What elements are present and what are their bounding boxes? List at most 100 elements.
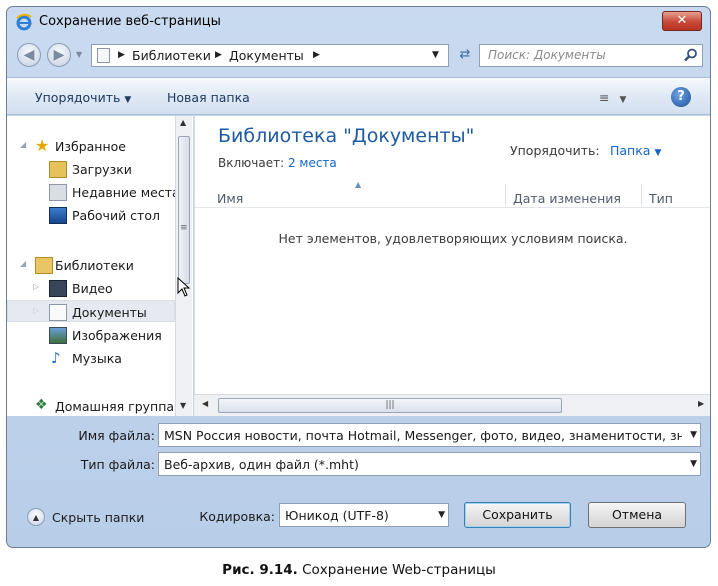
column-divider[interactable] xyxy=(505,184,506,206)
includes-label: Включает: xyxy=(218,156,285,170)
scroll-right-icon[interactable]: ▶ xyxy=(698,399,704,408)
nav-label: Музыка xyxy=(72,351,122,366)
nav-item-images[interactable]: Изображения xyxy=(7,324,175,346)
chevron-down-icon[interactable]: ▼ xyxy=(438,510,445,520)
forward-button[interactable]: ▶ xyxy=(47,43,71,67)
nav-label: Домашняя группа xyxy=(55,399,175,414)
nav-item-downloads[interactable]: Загрузки xyxy=(7,158,175,180)
collapse-triangle-icon[interactable]: ◢ xyxy=(20,259,26,268)
view-options-button[interactable]: ≡ ▼ xyxy=(599,90,626,105)
search-box[interactable]: Поиск: Документы xyxy=(479,44,703,67)
scroll-down-icon[interactable]: ▼ xyxy=(180,401,186,410)
figure-caption: Рис. 9.14. Сохранение Web-страницы xyxy=(0,562,718,578)
includes-locations-link[interactable]: 2 места xyxy=(288,156,337,170)
star-icon: ★ xyxy=(35,136,50,155)
title-bar: Сохранение веб-страницы ✕ xyxy=(7,7,710,37)
nav-label: Избранное xyxy=(55,139,126,154)
address-row: ◀ ▶ ▼ ▶ Библиотеки ▶ Документы ▶ ▼ ⇄ Пои… xyxy=(7,41,710,71)
navigation-pane: ◢ ★ Избранное Загрузки Недавние места Ра… xyxy=(7,116,193,416)
sort-ascending-icon: ▲ xyxy=(355,180,362,189)
filename-input[interactable]: MSN Россия новости, почта Hotmail, Messe… xyxy=(164,428,682,443)
horizontal-scrollbar[interactable]: ◀ ||| ▶ xyxy=(194,394,710,416)
toolbar: Упорядочить ▼ Новая папка ≡ ▼ ? xyxy=(7,77,710,115)
new-folder-button[interactable]: Новая папка xyxy=(167,90,250,105)
breadcrumb-arrow-icon[interactable]: ▶ xyxy=(313,50,320,60)
organize-label: Упорядочить xyxy=(35,90,121,105)
grip-icon: ||| xyxy=(385,400,395,410)
chevron-down-icon: ▼ xyxy=(619,95,627,105)
downloads-folder-icon xyxy=(49,161,67,178)
column-divider[interactable] xyxy=(641,184,642,206)
nav-item-documents[interactable]: ▷ Документы xyxy=(7,300,175,322)
filename-combobox[interactable]: MSN Россия новости, почта Hotmail, Messe… xyxy=(158,423,701,447)
expand-triangle-icon[interactable]: ▷ xyxy=(33,306,39,315)
chevron-down-icon: ▼ xyxy=(124,95,132,105)
breadcrumb-libraries[interactable]: Библиотеки xyxy=(132,48,211,63)
homegroup-icon: ❖ xyxy=(35,397,48,413)
view-list-icon: ≡ xyxy=(599,90,610,105)
nav-item-music[interactable]: ♪ Музыка xyxy=(7,347,175,369)
scroll-up-icon[interactable]: ▲ xyxy=(180,118,186,127)
search-input[interactable]: Поиск: Документы xyxy=(488,48,606,62)
organize-menu-button[interactable]: Упорядочить ▼ xyxy=(35,90,131,105)
column-header-name[interactable]: Имя xyxy=(217,191,243,206)
search-icon[interactable] xyxy=(684,48,698,62)
empty-results-message: Нет элементов, удовлетворяющих условиям … xyxy=(278,231,628,246)
column-header-date[interactable]: Дата изменения xyxy=(513,191,621,206)
nav-scrollbar[interactable]: ▲ ≡ ▼ xyxy=(175,116,192,416)
grip-icon: ≡ xyxy=(180,223,188,233)
chevron-down-icon: ▼ xyxy=(654,148,662,158)
save-button[interactable]: Сохранить xyxy=(464,502,571,528)
column-header-type[interactable]: Тип xyxy=(649,191,673,206)
documents-icon xyxy=(49,304,67,321)
breadcrumb-documents[interactable]: Документы xyxy=(229,48,304,63)
nav-label: Документы xyxy=(72,305,147,320)
library-title: Библиотека "Документы" xyxy=(218,125,475,147)
address-bar[interactable]: ▶ Библиотеки ▶ Документы ▶ ▼ xyxy=(91,44,449,67)
nav-label: Рабочий стол xyxy=(72,208,160,223)
filename-label: Имя файла: xyxy=(78,428,155,443)
address-dropdown-icon[interactable]: ▼ xyxy=(432,50,439,60)
breadcrumb-arrow-icon[interactable]: ▶ xyxy=(118,50,125,60)
expand-triangle-icon[interactable]: ▷ xyxy=(33,282,39,291)
library-includes: Включает: 2 места xyxy=(218,156,337,170)
nav-label: Библиотеки xyxy=(55,258,134,273)
nav-scroll-thumb[interactable]: ≡ xyxy=(178,136,190,284)
filetype-select[interactable]: Веб-архив, один файл (*.mht) ▼ xyxy=(158,452,701,476)
recent-pages-chevron-icon[interactable]: ▼ xyxy=(76,50,82,59)
horizontal-scroll-thumb[interactable]: ||| xyxy=(218,398,562,413)
column-header-row: ▲ Имя Дата изменения Тип xyxy=(195,180,710,208)
collapse-triangle-icon[interactable]: ◢ xyxy=(20,140,26,149)
nav-item-desktop[interactable]: Рабочий стол xyxy=(7,204,175,226)
libraries-icon xyxy=(35,257,53,274)
window-title: Сохранение веб-страницы xyxy=(39,14,221,29)
recent-places-icon xyxy=(49,184,67,201)
desktop-icon xyxy=(49,207,67,224)
cancel-button[interactable]: Отмена xyxy=(588,502,686,528)
hide-folders-label: Скрыть папки xyxy=(52,510,145,525)
save-dialog-window: Сохранение веб-страницы ✕ ◀ ▶ ▼ ▶ Библио… xyxy=(6,6,711,548)
encoding-select[interactable]: Юникод (UTF-8) ▼ xyxy=(279,503,449,527)
chevron-up-icon: ▲ xyxy=(27,508,45,526)
nav-label: Загрузки xyxy=(72,162,132,177)
nav-item-libraries[interactable]: ◢ Библиотеки xyxy=(7,254,175,276)
nav-item-recent[interactable]: Недавние места xyxy=(7,181,180,203)
mouse-cursor-icon xyxy=(177,277,191,297)
arrange-by-dropdown[interactable]: Папка ▼ xyxy=(610,143,661,158)
nav-item-favorites[interactable]: ◢ ★ Избранное xyxy=(7,135,175,157)
nav-item-homegroup[interactable]: ❖ Домашняя группа xyxy=(7,395,175,417)
breadcrumb-arrow-icon[interactable]: ▶ xyxy=(215,50,222,60)
chevron-down-icon[interactable]: ▼ xyxy=(690,459,697,469)
scroll-left-icon[interactable]: ◀ xyxy=(202,399,208,408)
arrange-by-label: Упорядочить: xyxy=(510,143,600,158)
chevron-down-icon[interactable]: ▼ xyxy=(690,430,697,440)
ie-icon xyxy=(16,13,32,31)
refresh-button[interactable]: ⇄ xyxy=(453,44,477,67)
help-icon[interactable]: ? xyxy=(671,87,691,107)
back-button[interactable]: ◀ xyxy=(17,43,41,67)
filetype-value: Веб-архив, один файл (*.mht) xyxy=(164,457,359,472)
nav-item-video[interactable]: ▷ Видео xyxy=(7,277,175,299)
close-button[interactable]: ✕ xyxy=(662,11,702,31)
folder-icon xyxy=(97,48,110,63)
images-icon xyxy=(49,327,67,344)
